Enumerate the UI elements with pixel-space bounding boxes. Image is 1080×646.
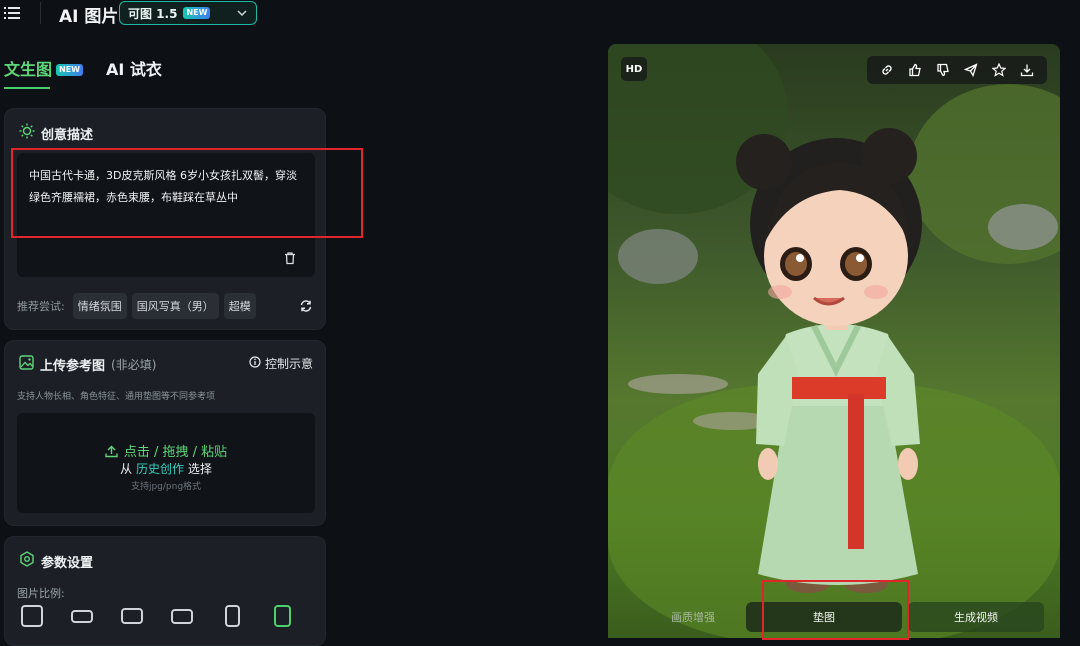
- use-as-reference-button[interactable]: 垫图: [746, 602, 902, 632]
- link-icon[interactable]: [880, 63, 894, 77]
- mode-tabs: 文生图 NEW AI 试衣: [0, 56, 330, 92]
- upload-title: 上传参考图 (非必填): [19, 355, 156, 374]
- prompt-text: 中国古代卡通，3D皮克斯风格 6岁小女孩扎双髻，穿淡绿色齐腰襦裙，赤色束腰，布鞋…: [29, 169, 297, 204]
- suggestion-row: 推荐尝试: 情绪氛围 国风写真（男） 超模: [17, 293, 317, 319]
- drop-primary: 点击 / 拖拽 / 粘贴: [17, 441, 315, 462]
- image-action-bar: [867, 56, 1047, 84]
- ratio-options: [17, 603, 317, 629]
- history-link[interactable]: 历史创作: [136, 462, 184, 476]
- share-icon[interactable]: [964, 63, 978, 77]
- hexagon-settings-icon: [19, 551, 35, 571]
- optional-label: (非必填): [111, 358, 157, 372]
- download-icon[interactable]: [1020, 63, 1034, 77]
- prompt-textarea[interactable]: 中国古代卡通，3D皮克斯风格 6岁小女孩扎双髻，穿淡绿色齐腰襦裙，赤色束腰，布鞋…: [17, 153, 315, 277]
- control-demo-link[interactable]: 控制示意: [249, 355, 313, 372]
- header-divider: [40, 2, 41, 24]
- tab-text-to-image[interactable]: 文生图 NEW: [4, 56, 83, 80]
- ratio-option-landscape-2[interactable]: [167, 603, 197, 629]
- upload-reference-card: 上传参考图 (非必填) 控制示意 支持人物长相、角色特征、通用垫图等不同参考项 …: [4, 340, 326, 526]
- creative-description-card: 创意描述 中国古代卡通，3D皮克斯风格 6岁小女孩扎双髻，穿淡绿色齐腰襦裙，赤色…: [4, 108, 326, 330]
- tab-label: 文生图: [4, 60, 53, 79]
- menu-icon[interactable]: [4, 5, 20, 21]
- ratio-option-square[interactable]: [17, 603, 47, 629]
- enhance-quality-button[interactable]: 画质增强: [638, 602, 748, 632]
- model-name: 可图 1.5: [128, 6, 178, 21]
- ratio-option-tall[interactable]: [217, 603, 247, 629]
- hd-badge: HD: [621, 57, 647, 81]
- upload-hint: 支持人物长相、角色特征、通用垫图等不同参考项: [17, 392, 216, 402]
- suggestion-chip[interactable]: 超模: [223, 293, 256, 319]
- model-select[interactable]: 可图 1.5 NEW: [119, 1, 257, 25]
- drop-formats: 支持jpg/png格式: [130, 482, 202, 492]
- upload-title-label: 上传参考图: [40, 359, 106, 374]
- suggestion-chip[interactable]: 情绪氛围: [72, 293, 127, 319]
- bulb-icon: [19, 123, 35, 143]
- suggestion-chip[interactable]: 国风写真（男）: [131, 293, 219, 319]
- ratio-option-wide[interactable]: [67, 603, 97, 629]
- active-tab-underline: [4, 87, 50, 89]
- control-demo-label: 控制示意: [264, 357, 313, 371]
- drop-from: 从: [120, 462, 133, 476]
- chevron-down-icon: [236, 7, 248, 19]
- params-title-label: 参数设置: [41, 555, 94, 571]
- suggest-label: 推荐尝试:: [17, 300, 65, 313]
- parameter-settings-card: 参数设置 图片比例:: [4, 536, 326, 646]
- image-bottom-bar: 画质增强 垫图 生成视频: [608, 602, 1060, 638]
- star-icon[interactable]: [992, 63, 1006, 77]
- drop-select: 选择: [187, 462, 212, 476]
- girl-illustration: [736, 128, 922, 593]
- trash-icon[interactable]: [283, 251, 297, 273]
- drop-secondary: 从 历史创作 选择: [17, 460, 315, 477]
- params-title: 参数设置: [19, 551, 93, 571]
- tab-ai-tryon[interactable]: AI 试衣: [106, 56, 162, 80]
- upload-drop-zone[interactable]: 点击 / 拖拽 / 粘贴 从 历史创作 选择 支持jpg/png格式: [17, 413, 315, 513]
- ratio-label: 图片比例:: [17, 587, 65, 600]
- new-badge: NEW: [183, 7, 211, 19]
- thumbs-down-icon[interactable]: [936, 63, 950, 77]
- page-title: AI 图片: [59, 7, 119, 27]
- ratio-option-landscape[interactable]: [117, 603, 147, 629]
- thumbs-up-icon[interactable]: [908, 63, 922, 77]
- info-icon: [249, 356, 261, 371]
- refresh-icon[interactable]: [299, 299, 313, 313]
- drop-primary-label: 点击 / 拖拽 / 粘贴: [123, 445, 228, 460]
- new-badge: NEW: [56, 64, 83, 76]
- top-bar: AI 图片 可图 1.5 NEW: [0, 0, 1080, 28]
- ratio-option-portrait-selected[interactable]: [267, 603, 297, 629]
- generated-image-panel[interactable]: HD 画质增强 垫图 生成视频: [608, 44, 1060, 638]
- image-icon: [19, 355, 34, 374]
- creative-title-label: 创意描述: [41, 127, 94, 143]
- generate-video-button[interactable]: 生成视频: [908, 602, 1044, 632]
- creative-title: 创意描述: [19, 123, 93, 143]
